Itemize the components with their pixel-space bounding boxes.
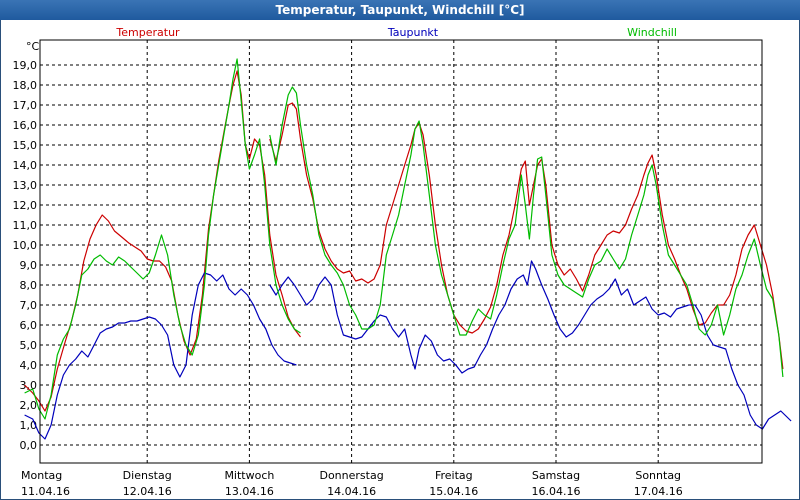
weather-chart: 0,0 1,0 2,0 3,0 4,0 5,0 6,0 7,0 8,0 9,0 10,0 11,0 12… xyxy=(13,26,792,498)
x-tick-date: 13.04.16 xyxy=(225,485,274,498)
y-tick-label: 6,0 xyxy=(20,319,38,332)
y-tick-label: 18,0 xyxy=(13,79,38,92)
y-tick-label: 13,0 xyxy=(13,179,38,192)
series-line-windchill xyxy=(269,86,784,378)
grid xyxy=(40,40,762,463)
y-tick-label: 14,0 xyxy=(13,159,38,172)
series-line-taupunkt xyxy=(24,272,297,440)
x-tick-day: Sonntag xyxy=(635,469,681,482)
y-tick-label: 8,0 xyxy=(20,279,38,292)
legend-item-temperatur: Temperatur xyxy=(115,26,180,39)
legend-item-taupunkt: Taupunkt xyxy=(387,26,439,39)
y-tick-label: 3,0 xyxy=(20,379,38,392)
y-tick-label: 0,0 xyxy=(20,439,38,452)
x-tick-day: Montag xyxy=(21,469,62,482)
y-tick-label: 9,0 xyxy=(20,259,38,272)
legend-item-windchill: Windchill xyxy=(627,26,677,39)
y-axis-label: °C xyxy=(26,40,40,53)
y-tick-label: 10,0 xyxy=(13,239,38,252)
y-tick-label: 16,0 xyxy=(13,119,38,132)
x-tick-date: 17.04.16 xyxy=(634,485,683,498)
x-tick-day: Freitag xyxy=(435,469,473,482)
y-tick-label: 12,0 xyxy=(13,199,38,212)
legend: Temperatur Taupunkt Windchill xyxy=(115,26,677,39)
x-tick-date: 15.04.16 xyxy=(429,485,478,498)
x-tick-date: 14.04.16 xyxy=(327,485,376,498)
y-tick-label: 15,0 xyxy=(13,139,38,152)
series-line-temperatur xyxy=(24,70,301,412)
y-tick-label: 1,0 xyxy=(20,419,38,432)
x-tick-day: Donnerstag xyxy=(319,469,383,482)
y-tick-label: 11,0 xyxy=(13,219,38,232)
x-tick-date: 16.04.16 xyxy=(532,485,581,498)
x-tick-day: Mittwoch xyxy=(224,469,274,482)
x-axis-ticks: Montag 11.04.16 Dienstag 12.04.16 Mittwoch 13… xyxy=(21,469,683,498)
x-tick-date: 12.04.16 xyxy=(123,485,172,498)
x-tick-day: Samstag xyxy=(532,469,580,482)
y-tick-label: 7,0 xyxy=(20,299,38,312)
x-tick-day: Dienstag xyxy=(123,469,172,482)
y-tick-label: 19,0 xyxy=(13,59,38,72)
plot-border xyxy=(39,39,763,464)
series-lines xyxy=(24,58,792,440)
y-tick-label: 2,0 xyxy=(20,399,38,412)
y-tick-label: 4,0 xyxy=(20,359,38,372)
x-tick-date: 11.04.16 xyxy=(21,485,70,498)
y-tick-label: 5,0 xyxy=(20,339,38,352)
y-tick-label: 17,0 xyxy=(13,99,38,112)
